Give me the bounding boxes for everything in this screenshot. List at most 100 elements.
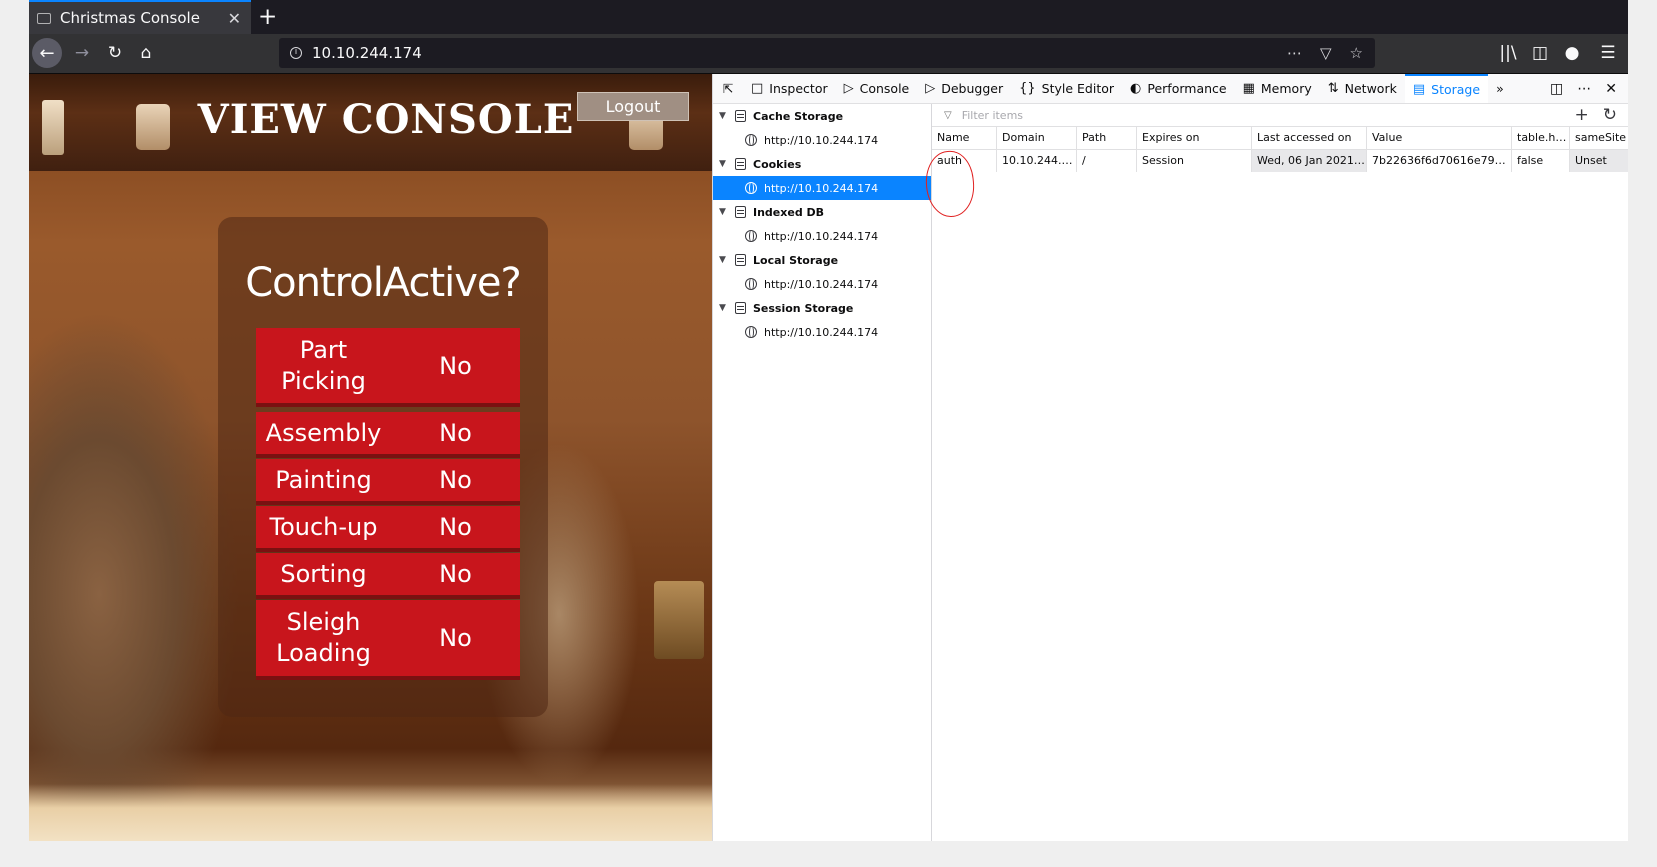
column-header-last-accessed[interactable]: Last accessed on [1252, 127, 1367, 149]
control-row-label: Assembly [265, 418, 382, 447]
expand-triangle-icon[interactable]: ▼ [719, 303, 729, 313]
tab-label: Debugger [941, 81, 1004, 96]
cookie-value-cell[interactable]: 7b22636f6d70616e7922... [1367, 150, 1512, 172]
tree-host-cache[interactable]: http://10.10.244.174 [713, 128, 931, 152]
globe-icon [745, 278, 757, 290]
tree-host-local[interactable]: http://10.10.244.174 [713, 272, 931, 296]
new-tab-button[interactable]: + [258, 3, 277, 31]
column-header-value[interactable]: Value [1367, 127, 1512, 149]
add-item-icon[interactable]: + [1575, 105, 1589, 125]
tab-christmas-console[interactable]: Christmas Console ✕ [29, 0, 251, 34]
tab-style-editor[interactable]: {} Style Editor [1011, 74, 1122, 103]
storage-icon: ▤ [1412, 82, 1426, 97]
sidebar-icon[interactable]: ◫ [1524, 37, 1556, 69]
tree-cookies[interactable]: ▼ Cookies [713, 152, 931, 176]
tree-session-storage[interactable]: ▼ Session Storage [713, 296, 931, 320]
tab-network[interactable]: ⇅ Network [1320, 74, 1405, 103]
tree-label: http://10.10.244.174 [764, 325, 879, 339]
menu-icon[interactable]: ☰ [1588, 37, 1628, 69]
cookie-http-only-cell[interactable]: false [1512, 150, 1570, 172]
tree-host-session[interactable]: http://10.10.244.174 [713, 320, 931, 344]
cookie-last-accessed-cell[interactable]: Wed, 06 Jan 2021 0... [1252, 150, 1367, 172]
tab-performance[interactable]: ◐ Performance [1122, 74, 1235, 103]
column-header-http-only[interactable]: table.he... [1512, 127, 1570, 149]
tab-label: Network [1344, 81, 1397, 96]
tab-memory[interactable]: ▦ Memory [1235, 74, 1320, 103]
close-devtools-icon[interactable]: ✕ [1605, 81, 1617, 97]
column-header-domain[interactable]: Domain [997, 127, 1077, 149]
tab-label: Inspector [769, 81, 828, 96]
control-row-sleigh-loading: Sleigh Loading No [256, 600, 520, 680]
cookie-path-cell[interactable]: / [1077, 150, 1137, 172]
tab-label: Memory [1260, 81, 1312, 96]
more-tools-chevron-icon[interactable]: » [1488, 74, 1512, 103]
tab-storage[interactable]: ▤ Storage [1404, 74, 1489, 103]
devtools-toolbar: ⇱ □ Inspector ▷ Console ▷ Debugger {} Style … [713, 74, 1628, 104]
globe-icon [745, 326, 757, 338]
account-icon[interactable]: ● [1556, 37, 1588, 69]
control-row-value: No [439, 351, 472, 380]
memory-icon: ▦ [1242, 81, 1255, 96]
fur-rug-image [29, 784, 712, 841]
back-arrow-icon[interactable]: ← [32, 38, 62, 68]
table-row[interactable]: auth 10.10.244.174 / Session Wed, 06 Jan… [932, 150, 1628, 172]
refresh-icon[interactable]: ↻ [1603, 105, 1617, 125]
element-picker-icon[interactable]: ⇱ [713, 74, 743, 103]
cookie-name-cell[interactable]: auth [932, 150, 997, 172]
trunk-hinge-image [42, 100, 64, 155]
filter-bar: ▽ + ↻ [932, 104, 1628, 127]
control-row-label: Sleigh Loading [276, 608, 371, 667]
control-row-label: Touch-up [269, 512, 378, 541]
tree-label: http://10.10.244.174 [764, 181, 879, 195]
home-icon[interactable]: ⌂ [130, 37, 162, 69]
dock-toggle-icon[interactable]: ◫ [1550, 81, 1563, 97]
expand-triangle-icon[interactable]: ▼ [719, 111, 729, 121]
tree-indexed-db[interactable]: ▼ Indexed DB [713, 200, 931, 224]
control-row-label: Painting [275, 465, 372, 494]
cookie-domain-cell[interactable]: 10.10.244.174 [997, 150, 1077, 172]
column-header-expires[interactable]: Expires on [1137, 127, 1252, 149]
expand-triangle-icon[interactable]: ▼ [719, 207, 729, 217]
library-icon[interactable]: ||\ [1492, 37, 1524, 69]
logout-button[interactable]: Logout [577, 92, 689, 121]
tab-console[interactable]: ▷ Console [836, 74, 918, 103]
trunk-clasp-image [136, 104, 170, 150]
column-header-name[interactable]: Name [932, 127, 997, 149]
globe-icon [745, 134, 757, 146]
tab-debugger[interactable]: ▷ Debugger [917, 74, 1011, 103]
filter-input[interactable] [959, 107, 1524, 123]
control-row-value: No [439, 466, 472, 494]
expand-triangle-icon[interactable]: ▼ [719, 159, 729, 169]
info-icon[interactable]: i [290, 47, 302, 59]
tree-host-cookies[interactable]: http://10.10.244.174 [713, 176, 931, 200]
star-icon[interactable]: ☆ [1350, 44, 1363, 62]
cookie-expires-cell[interactable]: Session [1137, 150, 1252, 172]
column-header-path[interactable]: Path [1077, 127, 1137, 149]
database-icon [735, 206, 746, 218]
tab-inspector[interactable]: □ Inspector [743, 74, 836, 103]
close-tab-icon[interactable]: ✕ [228, 9, 241, 28]
column-header-same-site[interactable]: sameSite [1570, 127, 1628, 149]
tree-host-indexed[interactable]: http://10.10.244.174 [713, 224, 931, 248]
database-icon [735, 254, 746, 266]
globe-icon [745, 182, 757, 194]
cookie-table: Name Domain Path Expires on Last accesse… [922, 127, 1628, 220]
url-text[interactable]: 10.10.244.174 [312, 44, 422, 62]
database-icon [735, 158, 746, 170]
devtools-panel: ⇱ □ Inspector ▷ Console ▷ Debugger {} Style … [712, 74, 1628, 841]
cookie-same-site-cell[interactable]: Unset [1570, 150, 1628, 172]
navigation-toolbar: ← → ↻ ⌂ i 10.10.244.174 ⋯ ▽ ☆ ||\ ◫ ● ☰ [29, 34, 1628, 74]
tree-local-storage[interactable]: ▼ Local Storage [713, 248, 931, 272]
devtools-menu-icon[interactable]: ⋯ [1577, 81, 1591, 97]
reload-icon[interactable]: ↻ [99, 37, 131, 69]
more-icon[interactable]: ⋯ [1287, 44, 1302, 62]
tree-label: http://10.10.244.174 [764, 133, 879, 147]
url-bar[interactable]: i 10.10.244.174 ⋯ ▽ ☆ [279, 38, 1375, 68]
pocket-icon[interactable]: ▽ [1320, 44, 1332, 62]
tree-label: Session Storage [753, 301, 854, 315]
table-header-row: Name Domain Path Expires on Last accesse… [932, 127, 1628, 150]
control-row-label: Sorting [280, 559, 367, 588]
tree-cache-storage[interactable]: ▼ Cache Storage [713, 104, 931, 128]
expand-triangle-icon[interactable]: ▼ [719, 255, 729, 265]
forward-arrow-icon[interactable]: → [66, 37, 98, 69]
